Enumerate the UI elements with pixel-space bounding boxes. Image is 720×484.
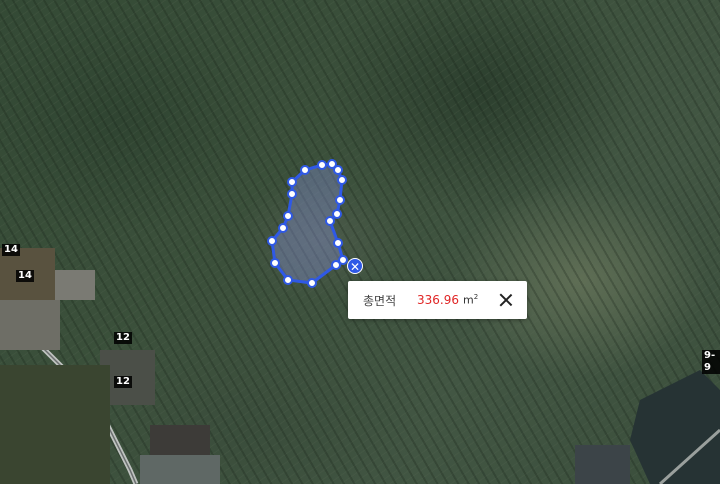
polygon-vertex-handle[interactable]	[317, 160, 327, 170]
polygon-vertex-handle[interactable]	[307, 278, 317, 288]
polygon-vertex-handle[interactable]	[270, 258, 280, 268]
field	[0, 365, 110, 484]
polygon-vertex-handle[interactable]	[287, 189, 297, 199]
building	[150, 425, 210, 455]
polygon-vertex-handle[interactable]	[300, 165, 310, 175]
field	[140, 455, 220, 484]
parcel-label: 12	[114, 376, 132, 388]
area-unit: m2	[463, 293, 478, 307]
aerial-map[interactable]: 14 14 12 12 9-9 ✕ 총면적 336.96 m2	[0, 0, 720, 484]
polygon-vertex-handle[interactable]	[335, 195, 345, 205]
close-icon[interactable]	[497, 291, 515, 309]
area-unit-base: m	[463, 293, 474, 307]
polygon-vertex-handle[interactable]	[332, 209, 342, 219]
parcel-label: 12	[114, 332, 132, 344]
remove-measure-icon[interactable]: ✕	[347, 258, 363, 274]
map-overlay	[0, 159, 720, 484]
polygon-vertex-handle[interactable]	[278, 223, 288, 233]
polygon-vertex-handle[interactable]	[333, 165, 343, 175]
building	[55, 270, 95, 300]
area-popup: 총면적 336.96 m2	[348, 281, 527, 319]
polygon-vertex-handle[interactable]	[267, 236, 277, 246]
total-area-value: 336.96	[417, 293, 459, 307]
polygon-vertex-handle[interactable]	[325, 216, 335, 226]
building	[575, 445, 630, 484]
building	[0, 300, 60, 350]
building	[630, 370, 720, 484]
polygon-vertex-handle[interactable]	[331, 260, 341, 270]
total-area-label: 총면적	[363, 293, 397, 308]
polygon-vertex-handle[interactable]	[283, 275, 293, 285]
polygon-vertex-handle[interactable]	[337, 175, 347, 185]
polygon-vertex-handle[interactable]	[283, 211, 293, 221]
parcel-label: 9-9	[702, 350, 720, 374]
parcel-label: 14	[16, 270, 34, 282]
parcel-label: 14	[2, 244, 20, 256]
polygon-vertex-handle[interactable]	[287, 177, 297, 187]
area-unit-exponent: 2	[473, 293, 479, 302]
polygon-vertex-handle[interactable]	[333, 238, 343, 248]
